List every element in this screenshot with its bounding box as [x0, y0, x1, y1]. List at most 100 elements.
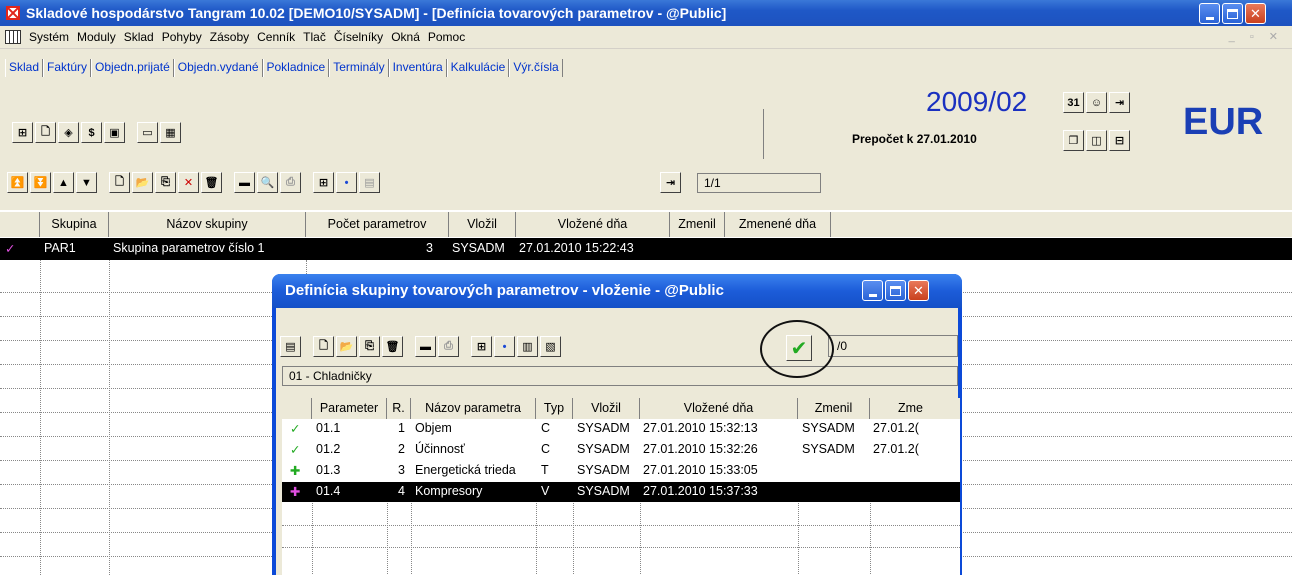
maximize-button[interactable] [1222, 3, 1243, 24]
col-nazov-parametra[interactable]: Názov parametra [411, 398, 536, 419]
monitor-icon[interactable]: ▬ [415, 336, 436, 357]
record-counter: 1/1 [697, 173, 821, 193]
menu-zasoby[interactable]: Zásoby [206, 30, 253, 44]
col-parameter[interactable]: Parameter [312, 398, 387, 419]
print-preview-icon[interactable]: 🔍 [257, 172, 278, 193]
tab-kalkulacie[interactable]: Kalkulácie [446, 59, 510, 77]
package-icon[interactable]: ◈ [58, 122, 79, 143]
cell-r: 2 [398, 442, 405, 456]
tab-objedn-prijate[interactable]: Objedn.prijaté [91, 59, 174, 77]
new-document-plus-icon[interactable]: ⊞ [12, 122, 33, 143]
exit-icon[interactable]: ⇥ [660, 172, 681, 193]
report-icon[interactable]: ▥ [517, 336, 538, 357]
prev-record-icon[interactable]: ▲ [53, 172, 74, 193]
cell-typ: T [541, 463, 549, 477]
grid-line [282, 547, 960, 548]
mdi-child-controls[interactable]: _ ▫ ✕ [1229, 30, 1284, 43]
new-record-icon[interactable]: 🗋 [109, 172, 130, 193]
tab-inventura[interactable]: Inventúra [388, 59, 447, 77]
monitor-icon[interactable]: ▬ [234, 172, 255, 193]
table-row[interactable]: ✚ 01.4 4 Kompresory V SYSADM 27.01.2010 … [282, 482, 960, 502]
grid-menu-icon[interactable] [5, 30, 21, 44]
user-icon[interactable]: ☺ [1086, 92, 1107, 113]
menu-tlac[interactable]: Tlač [299, 30, 330, 44]
tab-sklad[interactable]: Sklad [5, 59, 44, 77]
tab-objedn-vydane[interactable]: Objedn.vydané [173, 59, 263, 77]
report-down-icon[interactable]: ▧ [540, 336, 561, 357]
tab-vyr-cisla[interactable]: Výr.čísla [509, 59, 563, 77]
grid-swap-icon[interactable]: ⊞ [471, 336, 492, 357]
menu-ciselniky[interactable]: Číselníky [330, 30, 387, 44]
window-list-icon[interactable]: ▭ [137, 122, 158, 143]
tile-vertical-icon[interactable]: ◫ [1086, 130, 1107, 151]
col-vlozene-dna[interactable]: Vložené dňa [516, 212, 670, 237]
last-record-icon[interactable]: ⏬ [30, 172, 51, 193]
delete-icon[interactable]: ✕ [178, 172, 199, 193]
calendar-doc-icon[interactable]: ▤ [280, 336, 301, 357]
cell-skupina: PAR1 [44, 241, 76, 255]
trash-icon[interactable]: 🗑 [201, 172, 222, 193]
col-zmenil[interactable]: Zmenil [798, 398, 870, 419]
col-vlozil[interactable]: Vložil [449, 212, 516, 237]
dialog-minimize-button[interactable] [862, 280, 883, 301]
menu-pohyby[interactable]: Pohyby [158, 30, 206, 44]
dot-icon[interactable]: • [336, 172, 357, 193]
cell-zmenil: SYSADM [802, 421, 855, 435]
dialog-maximize-button[interactable] [885, 280, 906, 301]
col-r[interactable]: R. [387, 398, 411, 419]
cell-zme: 27.01.2( [873, 421, 919, 435]
grid-line [411, 503, 412, 575]
cell-r: 3 [398, 463, 405, 477]
col-zmenil[interactable]: Zmenil [670, 212, 725, 237]
copy-icon[interactable]: ⎘ [155, 172, 176, 193]
table-row[interactable]: ✓ 01.2 2 Účinnosť C SYSADM 27.01.2010 15… [282, 440, 960, 460]
minimize-button[interactable] [1199, 3, 1220, 24]
currency-label: EUR [1183, 101, 1264, 143]
table-row[interactable]: ✓ PAR1 Skupina parametrov číslo 1 3 SYSA… [0, 238, 1292, 260]
print-icon[interactable]: ⎙ [438, 336, 459, 357]
document-icon[interactable]: 🗋 [35, 122, 56, 143]
form-icon[interactable]: ▤ [359, 172, 380, 193]
col-zmenene-dna[interactable]: Zmenené dňa [725, 212, 831, 237]
print-icon[interactable]: ⎙ [280, 172, 301, 193]
cell-r: 4 [398, 484, 405, 498]
grid-swap-icon[interactable]: ⊞ [313, 172, 334, 193]
col-vlozil[interactable]: Vložil [573, 398, 640, 419]
menu-okna[interactable]: Okná [387, 30, 424, 44]
close-button[interactable]: ✕ [1245, 3, 1266, 24]
exit-door-icon[interactable]: ⇥ [1109, 92, 1130, 113]
table-row[interactable]: ✚ 01.3 3 Energetická trieda T SYSADM 27.… [282, 461, 960, 481]
col-zme[interactable]: Zme [870, 398, 960, 419]
first-record-icon[interactable]: ⏫ [7, 172, 28, 193]
menu-sklad[interactable]: Sklad [120, 30, 158, 44]
next-record-icon[interactable]: ▼ [76, 172, 97, 193]
tab-pokladnice[interactable]: Pokladnice [262, 59, 330, 77]
table-row[interactable]: ✓ 01.1 1 Objem C SYSADM 27.01.2010 15:32… [282, 419, 960, 439]
col-nazov-skupiny[interactable]: Názov skupiny [109, 212, 306, 237]
calendar-icon[interactable]: 31 [1063, 92, 1084, 113]
menu-pomoc[interactable]: Pomoc [424, 30, 469, 44]
new-record-icon[interactable]: 🗋 [313, 336, 334, 357]
group-field[interactable]: 01 - Chladničky [282, 366, 958, 386]
copy-icon[interactable]: ⎘ [359, 336, 380, 357]
boxes-icon[interactable]: ▣ [104, 122, 125, 143]
col-skupina[interactable]: Skupina [40, 212, 109, 237]
col-typ[interactable]: Typ [536, 398, 573, 419]
tile-horizontal-icon[interactable]: ⊟ [1109, 130, 1130, 151]
open-folder-icon[interactable]: 📂 [132, 172, 153, 193]
col-pocet-parametrov[interactable]: Počet parametrov [306, 212, 449, 237]
menu-moduly[interactable]: Moduly [73, 30, 120, 44]
dot-icon[interactable]: • [494, 336, 515, 357]
dialog-close-button[interactable]: ✕ [908, 280, 929, 301]
check-icon: ✓ [290, 422, 301, 436]
menu-system[interactable]: Systém [25, 30, 73, 44]
tab-terminaly[interactable]: Terminály [329, 59, 389, 77]
trash-icon[interactable]: 🗑 [382, 336, 403, 357]
open-folder-icon[interactable]: 📂 [336, 336, 357, 357]
money-icon[interactable]: $ [81, 122, 102, 143]
cascade-windows-icon[interactable]: ❐ [1063, 130, 1084, 151]
table-icon[interactable]: ▦ [160, 122, 181, 143]
menu-cennik[interactable]: Cenník [253, 30, 299, 44]
col-vlozene-dna[interactable]: Vložené dňa [640, 398, 798, 419]
tab-faktury[interactable]: Faktúry [43, 59, 92, 77]
